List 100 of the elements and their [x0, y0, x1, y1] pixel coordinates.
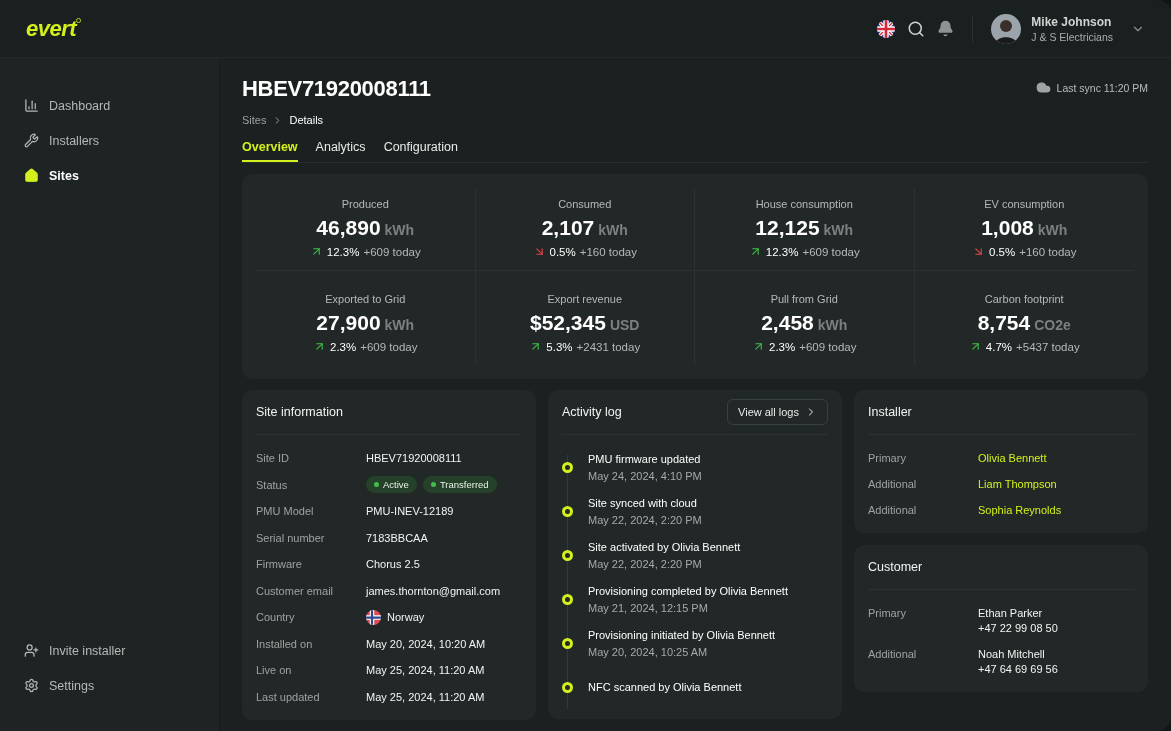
user-name: Mike Johnson	[1031, 14, 1113, 29]
stat-value: 46,890	[316, 216, 381, 240]
sidebar-item[interactable]: Sites	[24, 158, 219, 193]
stat-today: +2431 today	[576, 340, 641, 353]
role-label: Additional	[868, 478, 918, 490]
stat-change: 4.7%	[985, 340, 1013, 353]
view-all-logs-button[interactable]: View all logs	[727, 399, 828, 425]
stat-today: +609 today	[360, 340, 418, 353]
info-label: Last updated	[256, 690, 321, 703]
stat-value: 27,900	[316, 311, 381, 335]
stat-change: 12.3%	[326, 245, 360, 258]
role-label: Additional	[868, 504, 918, 516]
breadcrumb-item: Details	[289, 114, 324, 126]
stat-value: 8,754	[977, 311, 1031, 335]
stat-value: 2,458	[761, 311, 814, 335]
stat-label: EV consumption	[983, 198, 1066, 210]
log-time: May 21, 2024, 12:15 PM	[588, 601, 709, 614]
sidebar-item[interactable]: Settings	[24, 668, 219, 703]
stat-label: Consumed	[557, 198, 613, 210]
arrow-up-right-icon	[313, 340, 326, 353]
installer-link[interactable]: Sophia Reynolds	[978, 504, 1062, 516]
search-icon[interactable]	[907, 19, 926, 38]
last-sync: Last sync 11:20 PM	[1056, 81, 1148, 94]
stat-unit: kWh	[823, 222, 854, 238]
stat-change: 0.5%	[549, 245, 576, 258]
log-event: PMU firmware updated	[588, 452, 702, 465]
info-value: 7183BBCAA	[366, 531, 429, 544]
card-title: Site information	[256, 405, 343, 419]
stat-value: 1,008	[981, 216, 1034, 240]
log-time: May 22, 2024, 2:20 PM	[588, 557, 703, 570]
card-title: Installer	[868, 405, 912, 419]
role-label: Primary	[868, 607, 907, 621]
log-event: Site activated by Olivia Bennett	[588, 540, 742, 553]
house-icon	[24, 168, 39, 183]
stat-change: 2.3%	[769, 340, 796, 353]
stat-change: 2.3%	[330, 340, 357, 353]
role-label: Additional	[868, 648, 918, 662]
sidebar-item[interactable]: Installers	[24, 123, 219, 158]
timeline-dot	[562, 593, 573, 605]
settings-icon	[24, 678, 39, 693]
norway-flag-icon	[366, 609, 381, 625]
user-plus-icon	[24, 643, 39, 658]
status-badge: Active	[366, 476, 417, 494]
uk-flag-icon[interactable]	[877, 19, 896, 38]
logo: evert	[26, 15, 82, 42]
card-title: Activity log	[562, 405, 622, 419]
breadcrumb-item[interactable]: Sites	[242, 114, 267, 126]
log-event: Provisioning initiated by Olivia Bennett	[588, 628, 777, 641]
stat-label: Produced	[340, 198, 390, 210]
bell-icon[interactable]	[937, 20, 955, 37]
stat-unit: kWh	[384, 317, 415, 333]
info-value: PMU-INEV-12189	[366, 505, 455, 518]
info-label: Installed on	[256, 637, 314, 650]
info-label: Live on	[256, 664, 293, 677]
stat-label: House consumption	[754, 198, 854, 210]
sidebar-item[interactable]: Invite installer	[24, 633, 219, 668]
info-value: May 25, 2024, 11:20 AM	[366, 690, 486, 703]
customer-phone: +47 64 69 69 56	[978, 663, 1059, 675]
installer-link[interactable]: Olivia Bennett	[978, 452, 1047, 464]
card-title: Customer	[868, 560, 923, 574]
log-time: May 22, 2024, 2:20 PM	[588, 513, 703, 526]
stat-change: 12.3%	[765, 245, 799, 258]
stat-label: Pull from Grid	[769, 293, 839, 305]
timeline-dot	[562, 461, 573, 473]
installer-link[interactable]: Liam Thompson	[978, 478, 1057, 490]
sidebar-item[interactable]: Dashboard	[24, 88, 219, 123]
stat-value: 12,125	[755, 216, 820, 240]
cloud-icon	[1035, 80, 1051, 95]
registered-icon	[76, 17, 82, 23]
info-value: Chorus 2.5	[366, 558, 421, 571]
info-value: HBEV71920008111	[366, 452, 463, 465]
customer-name: Ethan Parker	[978, 607, 1044, 619]
stat-value: $52,345	[530, 311, 606, 335]
avatar[interactable]	[991, 13, 1022, 44]
company-name: J & S Electricians	[1031, 30, 1113, 43]
tab[interactable]: Analytics	[315, 140, 366, 162]
stat-label: Carbon footprint	[983, 293, 1065, 305]
timeline-dot	[562, 549, 573, 561]
stat-today: +160 today	[1019, 245, 1077, 258]
log-event: NFC scanned by Olivia Bennett	[588, 681, 743, 693]
country-name: Norway	[387, 611, 425, 624]
log-event: Site synced with cloud	[588, 496, 698, 509]
timeline-dot	[562, 681, 573, 693]
stat-today: +160 today	[579, 245, 637, 258]
stat-today: +609 today	[799, 340, 857, 353]
info-label: Country	[256, 611, 296, 624]
stat-today: +609 today	[802, 245, 860, 258]
info-label: Serial number	[256, 531, 326, 544]
tab[interactable]: Configuration	[383, 140, 458, 162]
customer-name: Noah Mitchell	[978, 648, 1046, 660]
role-label: Primary	[868, 452, 907, 464]
page-title: HBEV71920008111	[242, 76, 431, 102]
info-label: Firmware	[256, 558, 303, 571]
stat-change: 5.3%	[546, 340, 573, 353]
stat-label: Export revenue	[546, 293, 624, 305]
tab[interactable]: Overview	[242, 140, 298, 162]
stat-today: +5437 today	[1016, 340, 1080, 353]
info-value: james.thornton@gmail.com	[366, 584, 502, 597]
info-label: Site ID	[256, 452, 290, 465]
timeline-dot	[562, 637, 573, 649]
